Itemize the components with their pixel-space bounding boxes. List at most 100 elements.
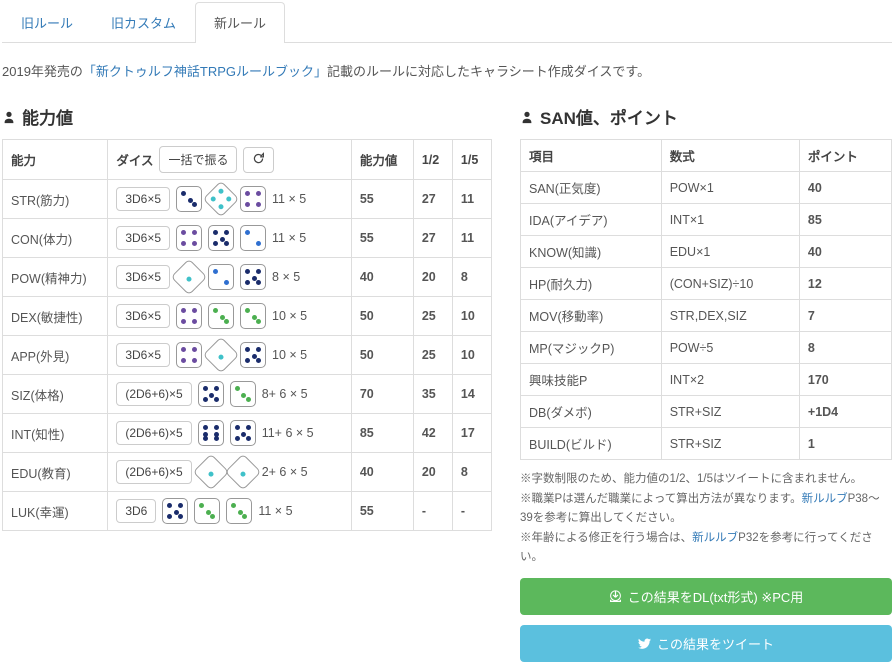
refresh-icon [252,152,265,165]
point-name: BUILD(ビルド) [521,428,662,460]
roll-button[interactable]: 3D6×5 [116,226,170,250]
calc-text: 8 × 5 [272,270,300,284]
point-row: MP(マジックP)POW÷58 [521,332,892,364]
calc-text: 11 × 5 [272,192,306,206]
die-face [226,498,252,524]
ability-title: 能力値 [2,104,492,129]
die-face [240,303,266,329]
col-ability: 能力 [3,140,108,180]
point-name: DB(ダメボ) [521,396,662,428]
point-formula: POW×1 [661,172,799,204]
die-face [240,342,266,368]
die-face [240,264,266,290]
value-cell: 10 [452,297,491,336]
ability-name: CON(体力) [3,219,108,258]
value-cell: 20 [413,453,452,492]
point-formula: EDU×1 [661,236,799,268]
tab-1[interactable]: 旧カスタム [92,2,195,42]
roll-button[interactable]: (2D6+6)×5 [116,460,191,484]
die-face [208,225,234,251]
value-cell: 40 [351,258,413,297]
points-table: 項目数式ポイント SAN(正気度)POW×140IDA(アイデア)INT×185… [520,139,892,460]
die-face [203,337,240,374]
point-name: IDA(アイデア) [521,204,662,236]
point-name: MOV(移動率) [521,300,662,332]
dice-cell: 3D6×511 × 5 [108,219,352,258]
die-face [176,186,202,212]
point-row: 興味技能PINT×2170 [521,364,892,396]
tabs: 旧ルール旧カスタム新ルール [2,2,892,43]
roll-button[interactable]: 3D6×5 [116,304,170,328]
note-link[interactable]: 新ルルブ [692,532,738,544]
die-face [203,181,240,218]
ability-row: POW(精神力)3D6×58 × 540208 [3,258,492,297]
point-row: DB(ダメボ)STR+SIZ+1D4 [521,396,892,428]
value-cell: 14 [452,375,491,414]
value-cell: 50 [351,297,413,336]
ability-name: POW(精神力) [3,258,108,297]
col-header: ポイント [799,140,891,172]
roll-button[interactable]: (2D6+6)×5 [116,382,191,406]
col-3: 1/2 [413,140,452,180]
die-face [224,454,261,491]
point-formula: (CON+SIZ)÷10 [661,268,799,300]
ability-row: APP(外見)3D6×510 × 5502510 [3,336,492,375]
point-value: 8 [799,332,891,364]
point-value: 12 [799,268,891,300]
roll-button[interactable]: 3D6×5 [116,187,170,211]
die-face [194,498,220,524]
value-cell: 10 [452,336,491,375]
dice-cell: (2D6+6)×58+ 6 × 5 [108,375,352,414]
calc-text: 11+ 6 × 5 [262,426,314,440]
roll-all-button[interactable]: 一括で振る [159,146,237,173]
roll-button[interactable]: 3D6×5 [116,343,170,367]
value-cell: 50 [351,336,413,375]
tab-2[interactable]: 新ルール [195,2,285,43]
calc-text: 10 × 5 [272,309,307,323]
refresh-button[interactable] [243,147,274,173]
value-cell: 42 [413,414,452,453]
dice-cell: 3D6×5 11 × 5 [108,180,352,219]
tab-0[interactable]: 旧ルール [2,2,92,42]
ability-row: EDU(教育)(2D6+6)×52+ 6 × 540208 [3,453,492,492]
point-name: KNOW(知識) [521,236,662,268]
ability-table: 能力ダイス一括で振る能力値1/21/5 STR(筋力)3D6×511 × 555… [2,139,492,531]
col-4: 1/5 [452,140,491,180]
ability-name: SIZ(体格) [3,375,108,414]
value-cell: 25 [413,297,452,336]
point-formula: INT×1 [661,204,799,236]
ability-row: STR(筋力)3D6×511 × 5552711 [3,180,492,219]
user-icon [2,110,16,124]
point-row: HP(耐久力)(CON+SIZ)÷1012 [521,268,892,300]
dice-cell: 3D6×5 10 × 5 [108,297,352,336]
point-value: +1D4 [799,396,891,428]
value-cell: 55 [351,492,413,531]
value-cell: 8 [452,453,491,492]
col-dice: ダイス一括で振る [108,140,352,180]
die-face [162,498,188,524]
die-face [230,420,256,446]
tweet-button[interactable]: この結果をツイート [520,625,892,662]
point-formula: POW÷5 [661,332,799,364]
point-row: SAN(正気度)POW×140 [521,172,892,204]
intro-link[interactable]: 「新クトゥルフ神話TRPGルールブック」 [83,64,327,79]
download-button[interactable]: この結果をDL(txt形式) ※PC用 [520,578,892,615]
die-face [240,225,266,251]
note-link[interactable]: 新ルルブ [802,493,848,505]
ability-name: APP(外見) [3,336,108,375]
note-line: ※年齢による修正を行う場合は、新ルルブP32を参考に行ってください。 [520,529,892,568]
ability-name: LUK(幸運) [3,492,108,531]
die-face [176,342,202,368]
roll-button[interactable]: (2D6+6)×5 [116,421,191,445]
roll-button[interactable]: 3D6×5 [116,265,170,289]
point-formula: STR+SIZ [661,396,799,428]
value-cell: 11 [452,219,491,258]
point-value: 170 [799,364,891,396]
ability-row: SIZ(体格)(2D6+6)×58+ 6 × 5703514 [3,375,492,414]
point-row: MOV(移動率)STR,DEX,SIZ7 [521,300,892,332]
roll-button[interactable]: 3D6 [116,499,156,523]
point-name: MP(マジックP) [521,332,662,364]
point-formula: INT×2 [661,364,799,396]
ability-name: STR(筋力) [3,180,108,219]
die-face [192,454,229,491]
